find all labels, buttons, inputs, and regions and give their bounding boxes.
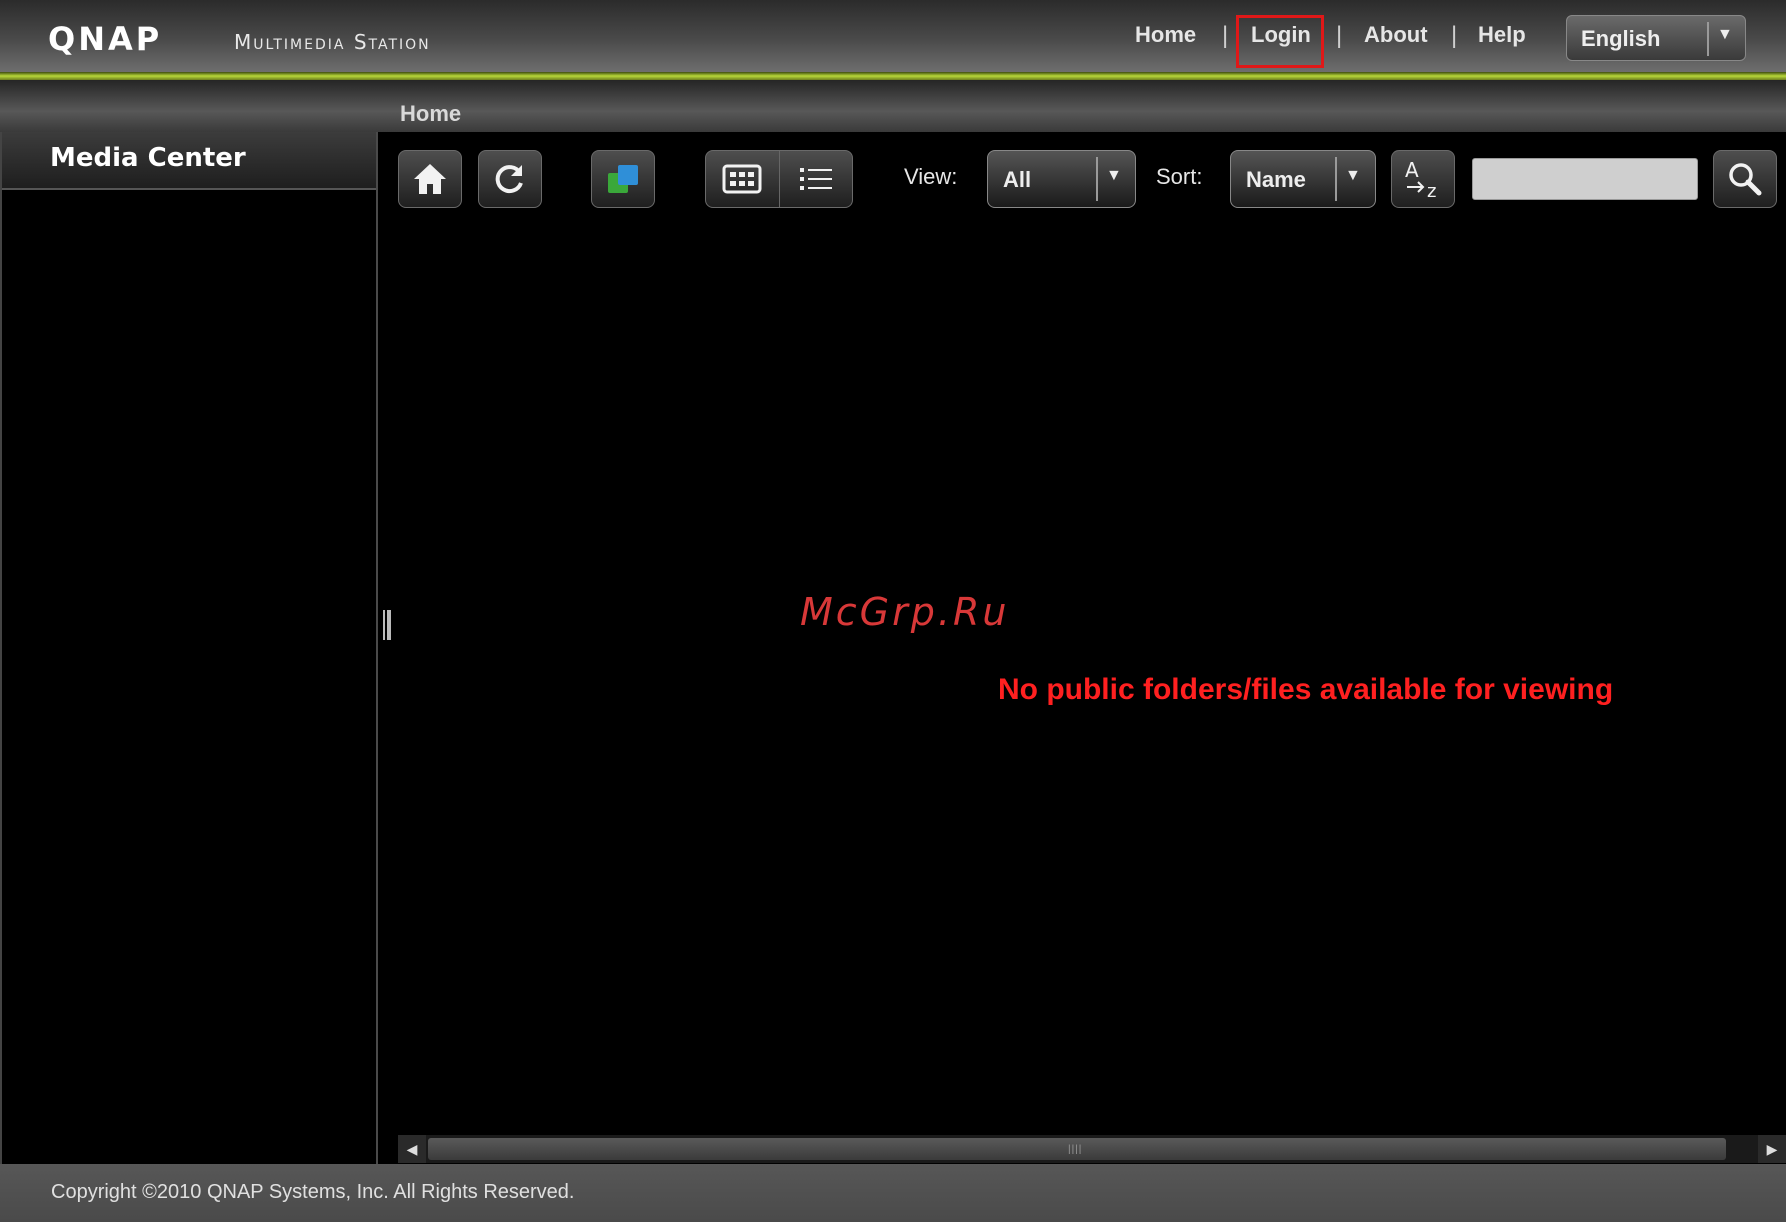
home-button[interactable] <box>398 150 462 208</box>
view-filter-select[interactable]: All ▼ <box>987 150 1136 208</box>
view-mode-group <box>705 150 853 208</box>
language-select[interactable]: English ▼ <box>1566 15 1746 61</box>
nav-help-link[interactable]: Help <box>1478 22 1526 48</box>
list-view-button[interactable] <box>780 151 853 207</box>
view-label: View: <box>904 164 958 189</box>
slideshow-icon <box>608 165 638 193</box>
accent-divider <box>0 72 1786 80</box>
chevron-down-icon: ▼ <box>1717 26 1733 43</box>
select-divider <box>1096 157 1098 201</box>
search-icon <box>1729 163 1762 196</box>
panel-splitter-handle[interactable] <box>383 610 391 640</box>
chevron-down-icon: ▼ <box>1106 167 1122 184</box>
nav-separator: | <box>1336 22 1343 49</box>
breadcrumb-bar <box>0 80 1786 132</box>
svg-text:A: A <box>1405 158 1419 182</box>
nav-separator: | <box>1222 22 1229 49</box>
sort-az-icon: A z <box>1405 158 1436 201</box>
breadcrumb[interactable]: Home <box>400 101 461 127</box>
slideshow-button[interactable] <box>591 150 655 208</box>
watermark-text: McGrp.Ru <box>800 590 1010 634</box>
sort-label: Sort: <box>1156 164 1203 189</box>
sort-order-button[interactable]: A z <box>1391 150 1455 208</box>
scrollbar-thumb[interactable]: |||| <box>428 1138 1726 1160</box>
login-highlight-box <box>1236 15 1324 68</box>
empty-state-message: No public folders/files available for vi… <box>998 673 1614 706</box>
view-filter-value: All <box>1003 167 1032 192</box>
select-divider <box>1707 22 1709 56</box>
chevron-down-icon: ▼ <box>1345 167 1361 184</box>
sidebar-title[interactable]: Media Center <box>50 143 246 173</box>
horizontal-scrollbar[interactable]: ◀ |||| ▶ <box>398 1135 1786 1163</box>
nav-separator: | <box>1451 22 1458 49</box>
list-view-icon <box>799 168 832 190</box>
qnap-logo[interactable]: QNAP <box>48 20 162 58</box>
scroll-right-button[interactable]: ▶ <box>1758 1135 1786 1163</box>
thumbnail-view-icon <box>722 164 762 194</box>
sidebar <box>0 132 378 1164</box>
refresh-button[interactable] <box>478 150 542 208</box>
home-icon <box>414 164 446 194</box>
nav-about-link[interactable]: About <box>1364 22 1428 48</box>
search-input[interactable] <box>1472 158 1698 200</box>
scroll-left-button[interactable]: ◀ <box>398 1135 426 1163</box>
sort-value: Name <box>1246 167 1306 192</box>
sort-select[interactable]: Name ▼ <box>1230 150 1376 208</box>
search-button[interactable] <box>1713 150 1777 208</box>
svg-text:z: z <box>1427 181 1436 201</box>
nav-home-link[interactable]: Home <box>1135 22 1196 48</box>
select-divider <box>1335 157 1337 201</box>
copyright-text: Copyright ©2010 QNAP Systems, Inc. All R… <box>51 1181 575 1203</box>
grip-icon: |||| <box>1068 1144 1083 1155</box>
app-subtitle: Multimedia Station <box>234 30 431 54</box>
language-value: English <box>1581 26 1661 51</box>
refresh-icon <box>495 165 523 194</box>
thumbnail-view-button[interactable] <box>706 151 780 207</box>
